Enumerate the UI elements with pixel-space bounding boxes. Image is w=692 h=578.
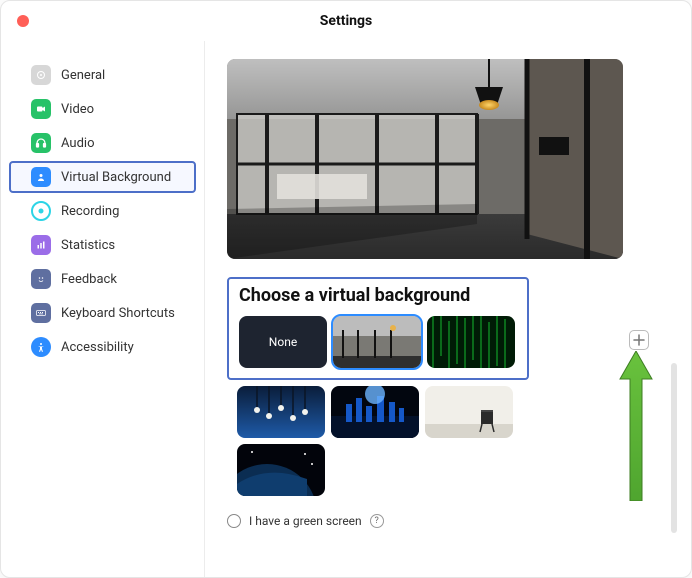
- annotation-arrow: [616, 351, 656, 501]
- sidebar-item-general[interactable]: General: [9, 59, 196, 91]
- close-window-button[interactable]: [17, 15, 29, 27]
- sidebar-item-label: Keyboard Shortcuts: [61, 306, 175, 321]
- sidebar-item-label: Statistics: [61, 238, 115, 253]
- accessibility-icon: [31, 337, 51, 357]
- green-screen-radio[interactable]: [227, 514, 241, 528]
- settings-window: Settings General Video Audio: [0, 0, 692, 578]
- main-panel: Choose a virtual background None: [205, 41, 691, 577]
- scrollbar[interactable]: [671, 363, 677, 533]
- plus-icon: [633, 334, 645, 346]
- background-thumb-office[interactable]: [333, 316, 421, 368]
- green-screen-label: I have a green screen: [249, 514, 362, 528]
- titlebar: Settings: [1, 1, 691, 41]
- sidebar-item-keyboard-shortcuts[interactable]: Keyboard Shortcuts: [9, 297, 196, 329]
- stats-icon: [31, 235, 51, 255]
- sidebar-item-label: General: [61, 68, 105, 83]
- choose-background-section: Choose a virtual background None: [227, 277, 529, 380]
- sidebar-item-label: Recording: [61, 204, 119, 219]
- sidebar-item-label: Feedback: [61, 272, 117, 287]
- none-label: None: [269, 335, 297, 349]
- sidebar-item-label: Audio: [61, 136, 94, 151]
- background-thumb-row-2: [227, 386, 529, 496]
- sidebar-item-audio[interactable]: Audio: [9, 127, 196, 159]
- background-thumb-matrix[interactable]: [427, 316, 515, 368]
- headphones-icon: [31, 133, 51, 153]
- help-icon[interactable]: ?: [370, 514, 384, 528]
- sidebar: General Video Audio Virtual Background: [1, 41, 205, 577]
- content-area: General Video Audio Virtual Background: [1, 41, 691, 577]
- sidebar-item-feedback[interactable]: Feedback: [9, 263, 196, 295]
- background-thumb-none[interactable]: None: [239, 316, 327, 368]
- add-background-button[interactable]: [629, 330, 649, 350]
- keyboard-icon: [31, 303, 51, 323]
- background-thumb-empty-room[interactable]: [425, 386, 513, 438]
- sidebar-item-video[interactable]: Video: [9, 93, 196, 125]
- person-frame-icon: [31, 167, 51, 187]
- sidebar-item-label: Video: [61, 102, 94, 117]
- background-thumb-city-night[interactable]: [331, 386, 419, 438]
- sidebar-item-label: Virtual Background: [61, 170, 171, 185]
- choose-background-title: Choose a virtual background: [239, 285, 517, 306]
- record-icon: [31, 201, 51, 221]
- gear-icon: [31, 65, 51, 85]
- face-icon: [31, 269, 51, 289]
- window-title: Settings: [320, 13, 372, 29]
- sidebar-item-virtual-background[interactable]: Virtual Background: [9, 161, 196, 193]
- background-thumb-bulbs[interactable]: [237, 386, 325, 438]
- sidebar-item-statistics[interactable]: Statistics: [9, 229, 196, 261]
- video-icon: [31, 99, 51, 119]
- background-thumb-row-1: None: [239, 316, 517, 368]
- sidebar-item-accessibility[interactable]: Accessibility: [9, 331, 196, 363]
- sidebar-item-label: Accessibility: [61, 340, 134, 355]
- green-screen-row: I have a green screen ?: [227, 514, 663, 528]
- background-thumb-earth-space[interactable]: [237, 444, 325, 496]
- sidebar-item-recording[interactable]: Recording: [9, 195, 196, 227]
- background-preview: [227, 59, 623, 259]
